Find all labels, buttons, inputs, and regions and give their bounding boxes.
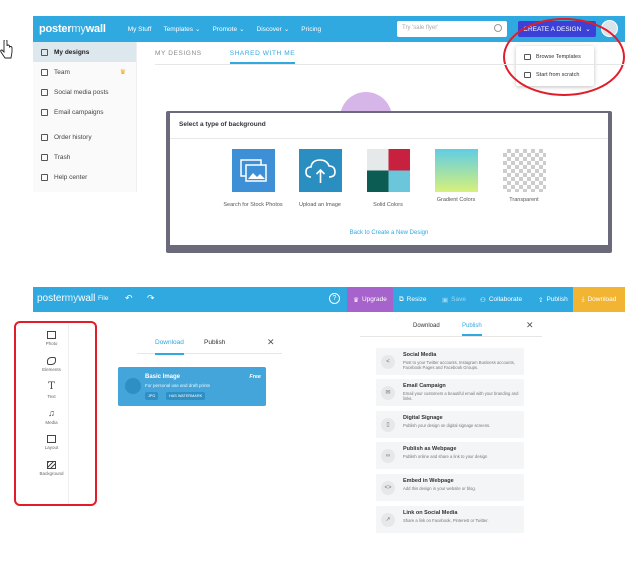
free-badge: Free (249, 374, 261, 380)
designs-icon (41, 48, 48, 56)
logo[interactable]: postermywall (37, 293, 95, 304)
close-icon[interactable]: ✕ (526, 320, 534, 331)
watermark-chip: HAS WATERMARK (166, 392, 206, 400)
search-icon[interactable] (494, 24, 502, 32)
download-cloud-icon (125, 378, 141, 394)
design-tabs: MY DESIGNS SHARED WITH ME (155, 46, 296, 64)
divider (170, 138, 608, 139)
publish-panel: Download Publish ✕ < Social Media Post t… (360, 316, 542, 541)
publish-embed-webpage[interactable]: <> Embed in Webpage Add this design in y… (376, 474, 524, 501)
download-icon: ⤓ (581, 295, 585, 303)
format-chip: JPG (145, 392, 159, 400)
sidebar-item-my-designs[interactable]: My designs (33, 42, 136, 62)
editor-toolbar: postermywall File ↶ ↷ ? ♛ Upgrade ⧉ Resize… (33, 287, 625, 312)
option-solid-colors[interactable]: Solid Colors (358, 149, 418, 208)
background-type-modal: Select a type of background Search for S… (170, 113, 608, 245)
code-icon: <> (381, 481, 395, 495)
close-icon[interactable]: ✕ (267, 337, 275, 348)
collaborate-button[interactable]: ⚇ Collaborate (480, 287, 522, 312)
save-icon: ▣ (442, 296, 449, 304)
search-input[interactable]: Try 'sale flyer' (397, 21, 507, 37)
publish-link-social-media[interactable]: ↗ Link on Social Media Share a link on F… (376, 506, 524, 533)
save-button[interactable]: ▣ Save (442, 287, 466, 312)
upgrade-button[interactable]: ♛ Upgrade (347, 287, 393, 312)
tab-publish[interactable]: Publish (462, 323, 482, 336)
crown-icon: ♛ (119, 69, 126, 76)
sidebar-item-email-campaigns[interactable]: Email campaigns (33, 102, 136, 122)
publish-as-webpage[interactable]: ∞ Publish as Webpage Publish online and … (376, 442, 524, 469)
tabs-divider (155, 64, 625, 65)
link-icon: ∞ (381, 449, 395, 463)
undo-icon[interactable]: ↶ (125, 293, 133, 304)
sidebar: My designs Team ♛ Social media posts Emai… (33, 42, 137, 192)
solid-colors-icon (366, 149, 410, 192)
share-icon: < (381, 355, 395, 369)
help-icon (41, 173, 48, 181)
publish-button[interactable]: ⇪ Publish (538, 287, 568, 312)
publish-panel-header: Download Publish ✕ (360, 316, 542, 337)
mail-icon: ✉ (381, 386, 395, 400)
resize-button[interactable]: ⧉ Resize (399, 287, 427, 312)
chevron-down-icon: ⌄ (239, 26, 245, 33)
upload-cloud-icon (298, 149, 342, 192)
nav-pricing[interactable]: Pricing (301, 26, 321, 33)
download-panel-header: Download Publish ✕ (137, 330, 282, 355)
publish-social-media[interactable]: < Social Media Post to your Twitter acco… (376, 348, 524, 375)
chevron-down-icon: ⌄ (283, 26, 290, 33)
history-icon (41, 133, 48, 141)
signage-icon: ▯ (381, 418, 395, 432)
send-icon (41, 88, 48, 96)
nav-templates[interactable]: Templates ⌄ (163, 25, 201, 34)
option-upload-image[interactable]: Upload an Image (290, 149, 350, 208)
publish-icon: ⇪ (538, 296, 544, 304)
tab-publish[interactable]: Publish (204, 339, 225, 346)
publish-email-campaign[interactable]: ✉ Email Campaign Email your customers a … (376, 379, 524, 406)
sidebar-item-team[interactable]: Team ♛ (33, 62, 136, 82)
modal-title: Select a type of background (179, 121, 266, 128)
redo-icon[interactable]: ↷ (147, 293, 155, 304)
tab-shared-with-me[interactable]: SHARED WITH ME (229, 46, 296, 64)
tab-download[interactable]: Download (155, 339, 184, 355)
resize-icon: ⧉ (399, 295, 404, 303)
basic-image-option[interactable]: Basic Image For personal use and draft p… (118, 367, 266, 406)
transparent-icon (502, 149, 546, 192)
file-menu[interactable]: File (98, 295, 108, 302)
nav-discover[interactable]: Discover ⌄ (257, 25, 290, 34)
team-icon (41, 68, 48, 76)
nav-promote[interactable]: Promote ⌄ (213, 25, 245, 34)
highlight-oval (503, 18, 625, 96)
gradient-icon (434, 149, 478, 192)
publish-digital-signage[interactable]: ▯ Digital Signage Publish your design on… (376, 411, 524, 438)
hand-cursor-icon (0, 40, 13, 59)
sidebar-item-trash[interactable]: Trash (33, 147, 136, 167)
share-link-icon: ↗ (381, 513, 395, 527)
download-button[interactable]: ⤓ Download (573, 287, 625, 312)
sidebar-item-help-center[interactable]: Help center (33, 167, 136, 187)
nav-my-stuff[interactable]: My Stuff (128, 26, 152, 33)
logo[interactable]: postermywall (39, 23, 106, 35)
trash-icon (41, 153, 48, 161)
add-user-icon: ⚇ (480, 296, 486, 304)
back-to-create-link[interactable]: Back to Create a New Design (170, 230, 608, 236)
option-stock-photos[interactable]: Search for Stock Photos (223, 149, 283, 208)
sidebar-item-order-history[interactable]: Order history (33, 127, 136, 147)
crown-icon: ♛ (353, 296, 359, 304)
option-gradient-colors[interactable]: Gradient Colors (426, 149, 486, 203)
help-icon[interactable]: ? (329, 293, 340, 304)
email-icon (41, 108, 48, 116)
option-transparent[interactable]: Transparent (494, 149, 554, 203)
tab-download[interactable]: Download (413, 323, 440, 329)
tab-my-designs[interactable]: MY DESIGNS (155, 46, 202, 64)
sidebar-item-social-media-posts[interactable]: Social media posts (33, 82, 136, 102)
photos-icon (231, 149, 275, 192)
highlight-rectangle (14, 321, 97, 506)
chevron-down-icon: ⌄ (195, 26, 201, 33)
